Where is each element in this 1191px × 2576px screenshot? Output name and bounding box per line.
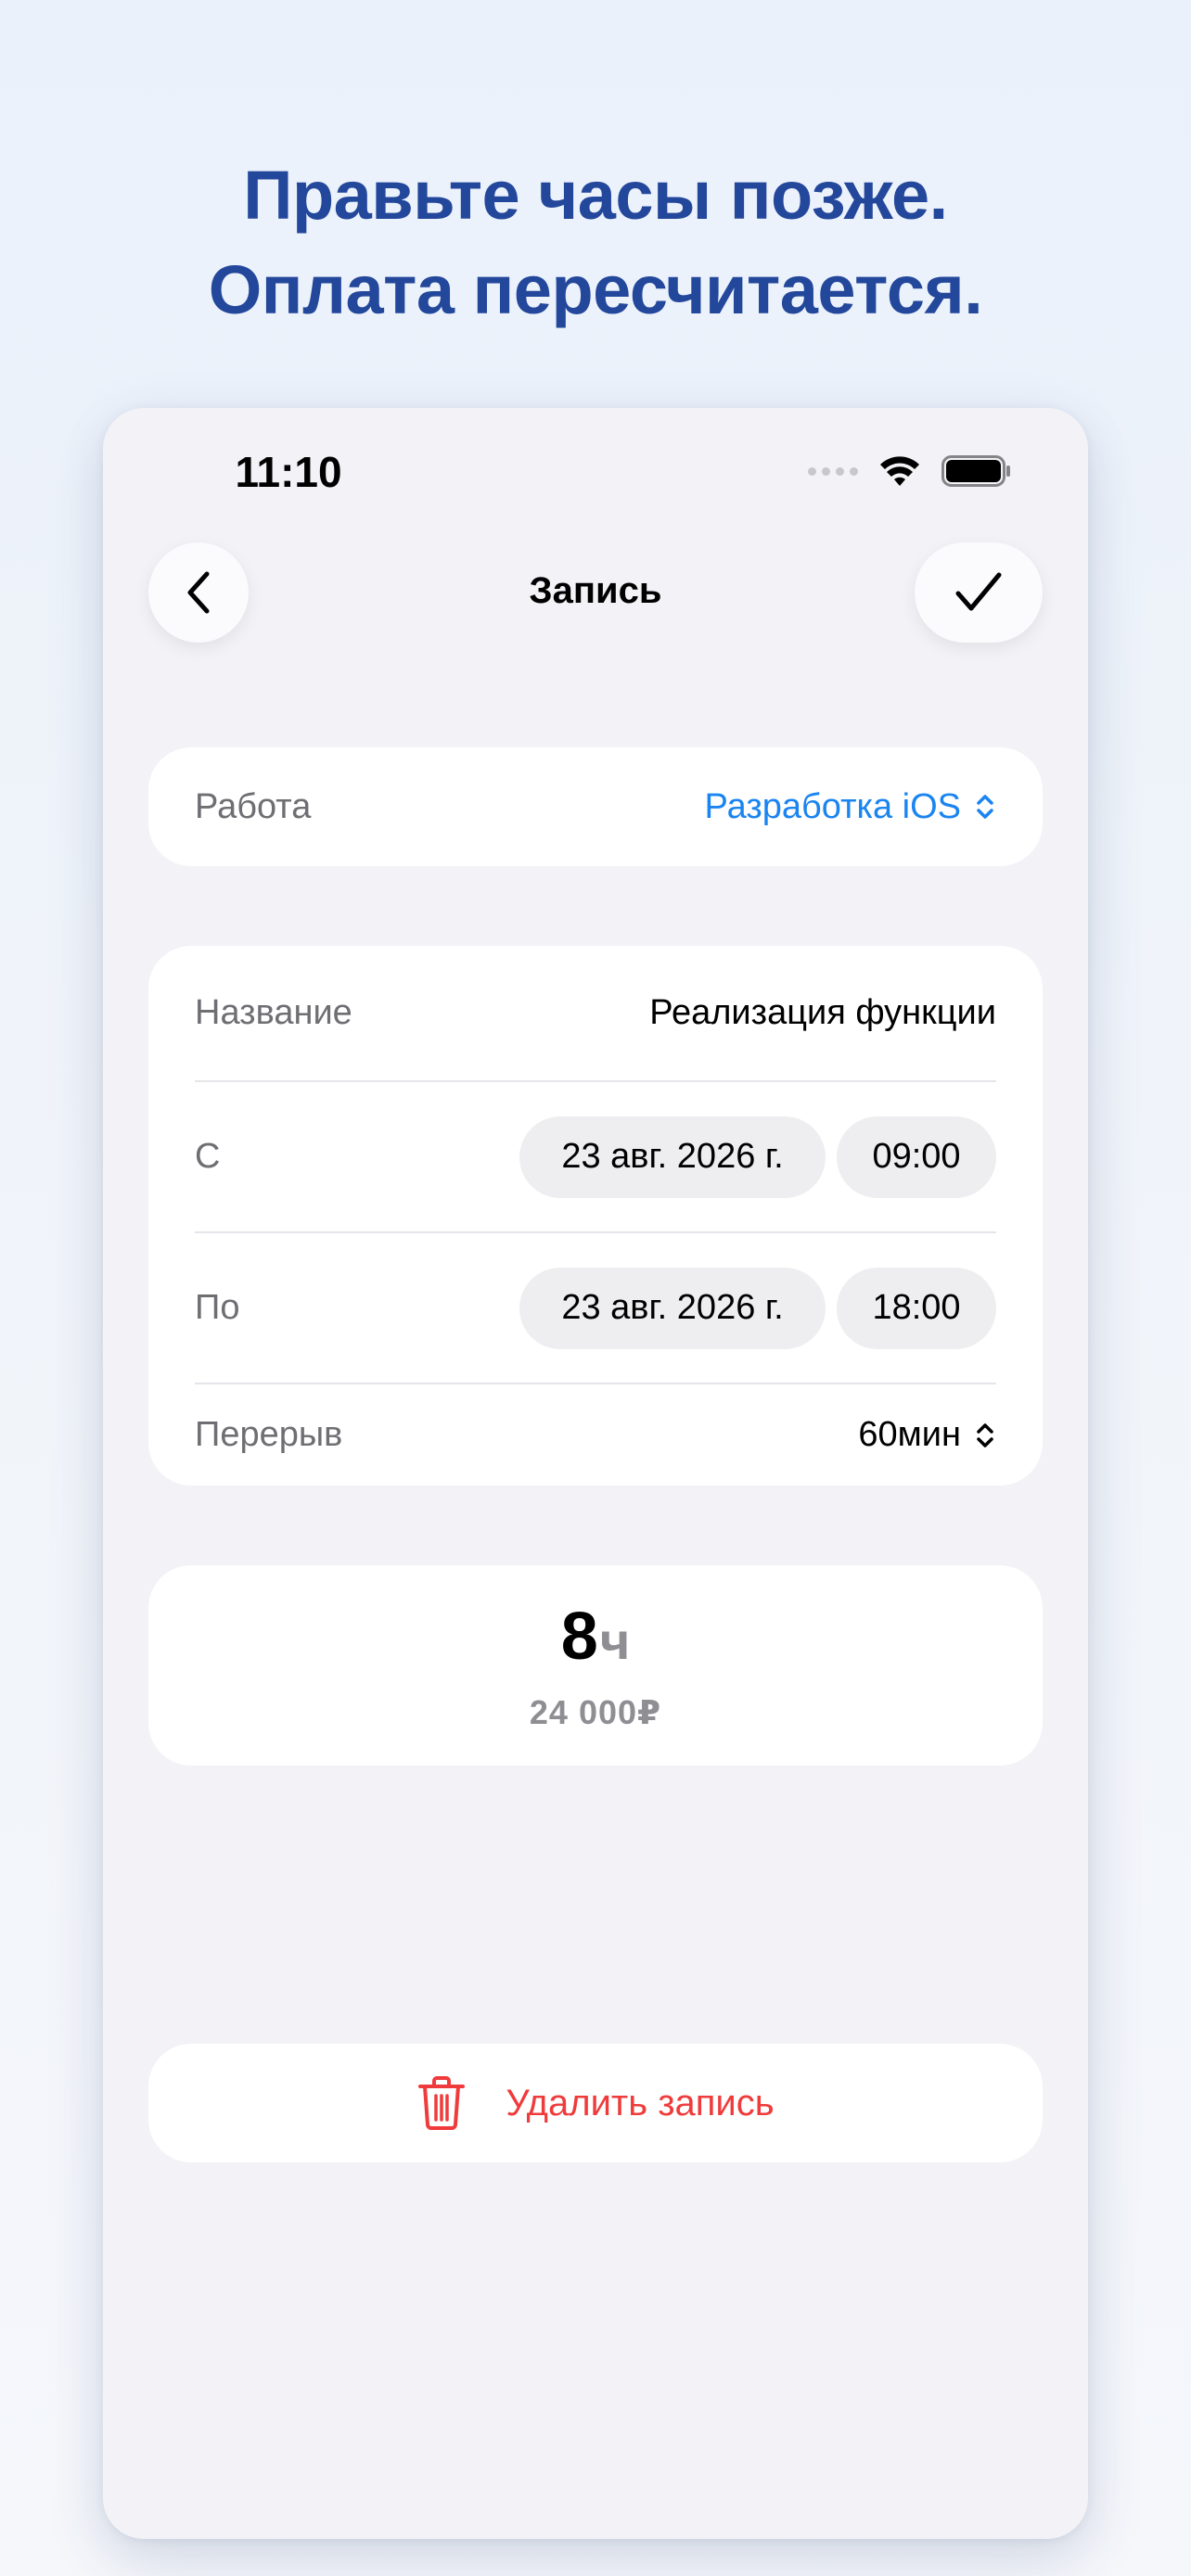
checkmark-icon (955, 572, 1002, 611)
save-button[interactable] (915, 542, 1043, 643)
start-row: С 23 авг. 2026 г. 09:00 (195, 1082, 996, 1231)
cellular-signal-icon (808, 466, 858, 476)
status-time: 11:10 (235, 448, 342, 496)
marketing-headline: Правьте часы позже. Оплата пересчитается… (0, 148, 1191, 338)
delete-button[interactable]: Удалить запись (148, 2044, 1043, 2162)
total-hours: 8ч (148, 1599, 1043, 1675)
end-date-picker[interactable]: 23 авг. 2026 г. (519, 1267, 826, 1349)
delete-label: Удалить запись (506, 2082, 775, 2123)
total-pay: 24 000₽ (529, 1693, 662, 1731)
job-label: Работа (195, 786, 312, 826)
headline-line-2: Оплата пересчитается. (208, 251, 983, 328)
hours-value: 8 (560, 1600, 598, 1674)
hours-unit: ч (599, 1612, 631, 1670)
start-label: С (195, 1137, 221, 1176)
headline-line-1: Правьте часы позже. (243, 157, 948, 234)
end-time-picker[interactable]: 18:00 (837, 1267, 996, 1349)
details-card: Название Реализация функции С 23 авг. 20… (148, 946, 1043, 1486)
start-date-picker[interactable]: 23 авг. 2026 г. (519, 1116, 826, 1198)
trash-icon (418, 2076, 466, 2130)
wifi-icon (880, 456, 919, 486)
break-label: Перерыв (195, 1415, 343, 1454)
name-row[interactable]: Название Реализация функции (195, 946, 996, 1080)
job-picker[interactable]: Разработка iOS (705, 787, 996, 827)
break-value: 60мин (858, 1415, 961, 1454)
break-row[interactable]: Перерыв 60мин (195, 1384, 996, 1486)
name-value[interactable]: Реализация функции (649, 993, 996, 1033)
chevron-up-down-icon (977, 1422, 993, 1447)
job-value: Разработка iOS (704, 786, 961, 826)
start-time-picker[interactable]: 09:00 (837, 1116, 996, 1198)
job-row[interactable]: Работа Разработка iOS (195, 747, 996, 866)
name-label: Название (195, 993, 352, 1032)
end-label: По (195, 1288, 240, 1327)
status-icons (808, 454, 1012, 488)
job-card: Работа Разработка iOS (148, 747, 1043, 866)
phone-screen: 11:10 Запись Работа Разработка iOS Назва… (103, 408, 1088, 2539)
end-row: По 23 авг. 2026 г. 18:00 (195, 1233, 996, 1383)
total-card: 8ч 24 000₽ (148, 1565, 1043, 1766)
break-picker[interactable]: 60мин (858, 1415, 996, 1455)
battery-icon (941, 455, 1010, 487)
chevron-up-down-icon (977, 795, 993, 819)
